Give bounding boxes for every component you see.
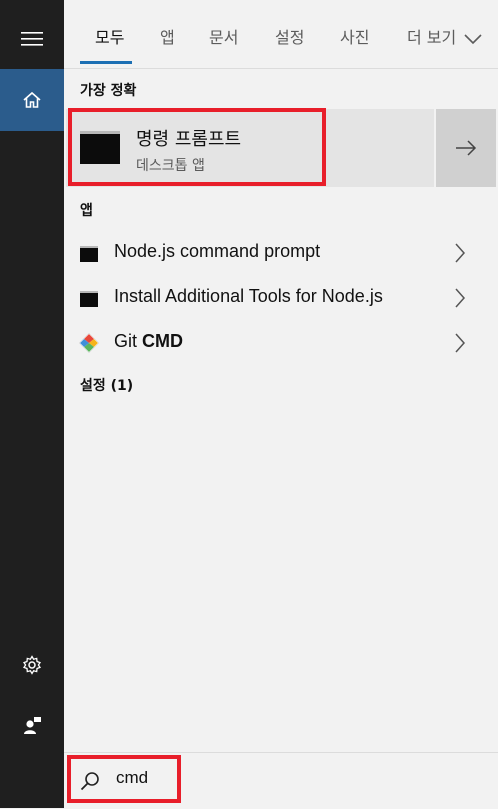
hamburger-icon [21, 32, 43, 46]
best-match-item[interactable]: 명령 프롬프트 데스크톱 앱 [66, 109, 436, 187]
tab-all[interactable]: 모두 [95, 24, 124, 48]
tab-apps[interactable]: 앱 [160, 24, 175, 48]
user-feedback-icon [24, 717, 41, 734]
tab-more-label: 더 보기 [407, 28, 457, 47]
search-bar[interactable]: cmd [64, 752, 498, 809]
selected-tab-indicator [80, 61, 132, 64]
tab-settings[interactable]: 설정 [275, 24, 304, 48]
command-prompt-icon [80, 131, 120, 164]
settings-heading[interactable]: 설정 (1) [80, 375, 133, 395]
git-icon [78, 332, 100, 354]
app-label: Git CMD [114, 331, 183, 352]
gear-icon [23, 655, 41, 675]
home-icon [23, 91, 41, 108]
search-input[interactable]: cmd [116, 768, 148, 788]
tab-documents[interactable]: 문서 [209, 24, 238, 48]
app-label-prefix: Git [114, 331, 143, 351]
app-item-git-cmd[interactable]: Git CMD [64, 321, 498, 365]
command-prompt-icon [80, 291, 98, 307]
settings-button[interactable] [0, 634, 64, 696]
app-item-node-cmd[interactable]: Node.js command prompt [64, 231, 498, 275]
chevron-right-icon [455, 333, 466, 353]
open-details-button[interactable] [434, 109, 496, 187]
menu-button[interactable] [0, 8, 64, 70]
chevron-right-icon [455, 288, 466, 308]
chevron-right-icon [455, 243, 466, 263]
app-label-bold: CMD [142, 331, 184, 351]
filter-tabs: 모두 앱 문서 설정 사진 더 보기 [64, 0, 498, 68]
best-match-heading: 가장 정확 [80, 83, 137, 99]
best-match-subtitle: 데스크톱 앱 [136, 158, 205, 174]
app-label: Node.js command prompt [114, 241, 321, 261]
tab-more[interactable]: 더 보기 [407, 24, 483, 48]
chevron-down-icon [464, 33, 482, 44]
tabs-divider [64, 68, 498, 69]
app-label: Install Additional Tools for Node.js [114, 286, 383, 306]
tab-photos[interactable]: 사진 [340, 24, 369, 48]
apps-heading: 앱 [80, 203, 93, 219]
arrow-right-icon [456, 140, 477, 156]
best-match-title: 명령 프롬프트 [136, 129, 242, 150]
start-rail [0, 0, 64, 808]
feedback-button[interactable] [0, 694, 64, 756]
app-item-node-tools[interactable]: Install Additional Tools for Node.js [64, 276, 498, 320]
command-prompt-icon [80, 246, 98, 262]
home-button[interactable] [0, 69, 64, 131]
search-panel: 모두 앱 문서 설정 사진 더 보기 가장 정확 명령 프롬프트 데스크톱 앱 … [64, 0, 498, 809]
search-icon [80, 772, 99, 791]
